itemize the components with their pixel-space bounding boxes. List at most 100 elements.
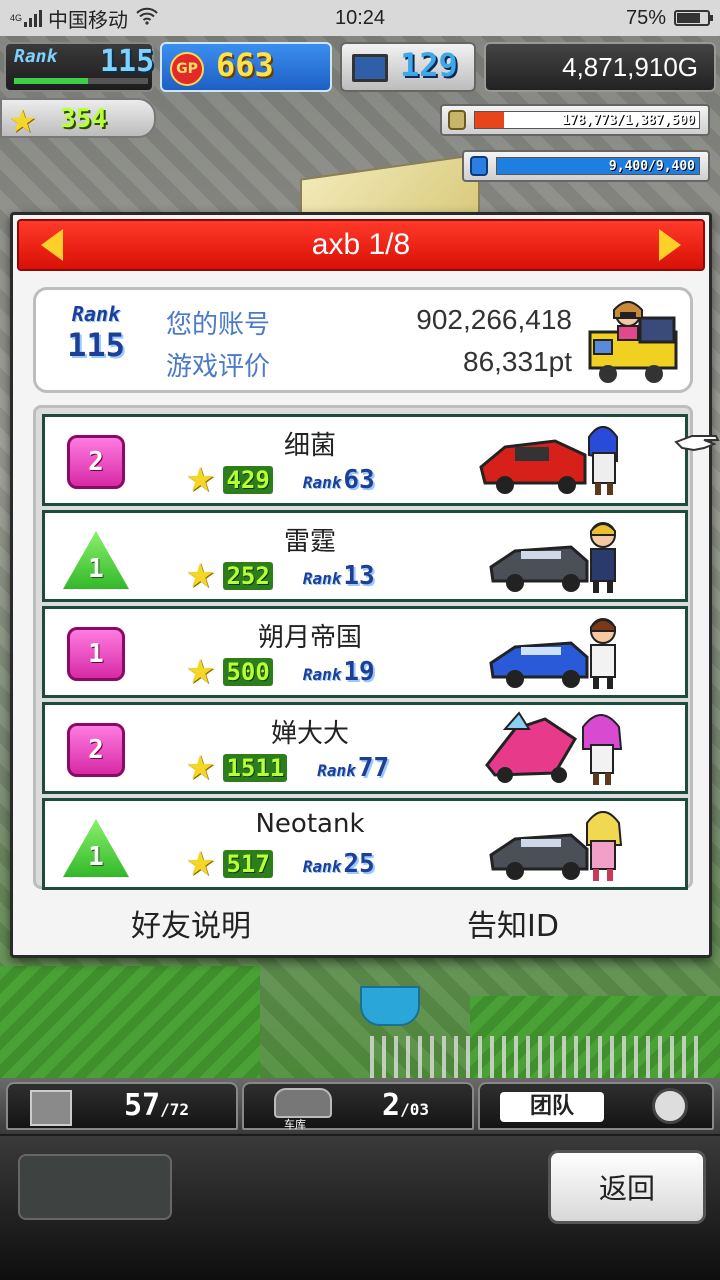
dialog-title: axb 1/8 [311, 228, 411, 261]
friend-stars: 429 [223, 466, 273, 494]
friend-name: 雷霆 [283, 527, 336, 557]
friend-rank: Rank 77 [317, 753, 389, 783]
friend-rank: Rank 13 [303, 561, 375, 591]
computer-icon [352, 54, 388, 82]
friend-stats: ★ 500 Rank 19 [185, 655, 375, 689]
friend-level-badge: 2 [67, 723, 125, 777]
friend-rank-value: 25 [343, 849, 375, 879]
research-panel[interactable]: 129 [340, 42, 476, 92]
battery-icon [674, 10, 713, 26]
next-page-arrow-icon[interactable] [659, 229, 681, 261]
player-avatar-train [588, 301, 678, 383]
gp-panel[interactable]: GP 663 [160, 42, 332, 92]
back-button[interactable]: 返回 [548, 1150, 706, 1224]
my-rank-value: 115 [67, 326, 125, 364]
game-rating-label: 游戏评价 [166, 352, 271, 382]
star-icon: ★ [185, 748, 216, 788]
friend-row[interactable]: 1 雷霆 ★ 252 Rank 13 [42, 510, 688, 602]
garage-label: 车库 [284, 1118, 306, 1131]
staff-count-max: /72 [160, 1100, 190, 1119]
friend-row[interactable]: 2 婵大大 ★ 1511 Rank 77 [42, 702, 688, 794]
friend-stats: ★ 1511 Rank 77 [185, 751, 389, 785]
friend-rank-label: Rank [302, 857, 342, 876]
star-icon: ★ [185, 844, 216, 884]
account-id-label: 您的账号 [166, 310, 271, 340]
tab-team[interactable]: 团队 [478, 1082, 714, 1130]
staff-count-value: 57 [124, 1088, 161, 1123]
battery-percent: 75% [625, 6, 666, 29]
research-value: 129 [400, 46, 458, 84]
friend-level-badge: 2 [67, 435, 125, 489]
friend-name: 细菌 [283, 431, 336, 461]
fuel-bottle-icon [470, 156, 488, 176]
account-id-value: 902,266,418 [416, 304, 572, 335]
friend-rank-value: 77 [357, 753, 390, 783]
star-count: 354 [60, 104, 107, 134]
friend-rank-label: Rank [302, 569, 342, 588]
budget-text: 178,773/1,387,500 [561, 113, 695, 128]
tab-garage[interactable]: 车库 2/03 [242, 1082, 474, 1131]
garage-count: 2/03 [382, 1088, 429, 1123]
carrier-name: 中国移动 [48, 9, 129, 32]
friend-rank: Rank 63 [303, 465, 375, 495]
friend-car-sprite [489, 618, 616, 689]
budget-track: 178,773/1,387,500 [474, 111, 700, 129]
dialog-header: axb 1/8 [17, 219, 705, 271]
empty-slot[interactable] [18, 1154, 172, 1220]
friend-rank-label: Rank [317, 761, 356, 780]
friend-name: 朔月帝国 [257, 623, 362, 653]
share-id-link[interactable]: 告知ID [467, 901, 559, 945]
my-rank-badge: Rank 115 [56, 302, 136, 364]
friend-name: 婵大大 [270, 719, 349, 749]
rank-progress-bar [14, 78, 148, 84]
friend-stats: ★ 252 Rank 13 [185, 559, 375, 593]
friend-stats: ★ 429 Rank 63 [185, 463, 375, 497]
friend-level-badge: 1 [63, 531, 129, 589]
bottom-bar: 57/72 车库 2/03 团队 返回 [0, 1078, 720, 1280]
friend-list: 2 细菌 ★ 429 Rank 63 1 雷霆 ★ 252 Rank 13 1 … [33, 405, 693, 890]
top-hud: Rank 115 GP 663 129 4,871,910G [0, 38, 720, 96]
star-icon: ★ [185, 556, 216, 596]
tab-staff[interactable]: 57/72 [6, 1082, 238, 1130]
star-icon: ★ [185, 652, 216, 692]
friend-row[interactable]: 2 细菌 ★ 429 Rank 63 [42, 414, 688, 506]
prev-page-arrow-icon[interactable] [41, 229, 63, 261]
coin-stack-icon [448, 110, 466, 130]
star-count-panel[interactable]: ★ 354 [0, 98, 156, 140]
staff-icon [30, 1090, 72, 1126]
money-display: 4,871,910G [484, 42, 716, 92]
friend-name: Neotank [255, 809, 365, 839]
fuel-bar: 9,400/9,400 [462, 150, 710, 182]
friend-rank: Rank 19 [303, 657, 375, 687]
friend-stars: 1511 [223, 754, 288, 782]
friend-rank-value: 19 [343, 657, 375, 687]
friend-help-link[interactable]: 好友说明 [131, 901, 251, 945]
friend-stars: 252 [223, 562, 273, 590]
bottom-panel: 返回 [0, 1136, 720, 1280]
friend-stats: ★ 517 Rank 25 [185, 847, 375, 881]
friend-rank-value: 63 [343, 465, 375, 495]
garage-count-max: /03 [400, 1100, 429, 1119]
friend-stars: 500 [223, 658, 273, 686]
friend-car-sprite [489, 522, 616, 593]
friend-rank-label: Rank [302, 665, 342, 684]
rank-value: 115 [100, 44, 155, 79]
gp-value: 663 [216, 46, 274, 84]
friend-stars: 517 [223, 850, 273, 878]
network-type: 4G [10, 13, 23, 23]
player-rank-panel[interactable]: Rank 115 [4, 42, 154, 92]
fuel-text: 9,400/9,400 [608, 159, 695, 174]
garage-icon [274, 1088, 332, 1118]
friend-car-sprite [489, 811, 623, 881]
bottom-tabs: 57/72 车库 2/03 团队 [0, 1078, 720, 1134]
friend-row[interactable]: 1 Neotank ★ 517 Rank 25 [42, 798, 688, 890]
friend-rank-value: 13 [343, 561, 375, 591]
team-label: 团队 [500, 1092, 604, 1122]
water-tank [360, 986, 420, 1026]
friend-rank: Rank 25 [303, 849, 375, 879]
fuel-track: 9,400/9,400 [496, 157, 700, 175]
my-account-card: Rank 115 您的账号 902,266,418 游戏评价 86,331pt [33, 287, 693, 393]
game-rating-value: 86,331pt [463, 346, 572, 377]
friend-level-badge: 1 [67, 627, 125, 681]
friend-row[interactable]: 1 朔月帝国 ★ 500 Rank 19 [42, 606, 688, 698]
